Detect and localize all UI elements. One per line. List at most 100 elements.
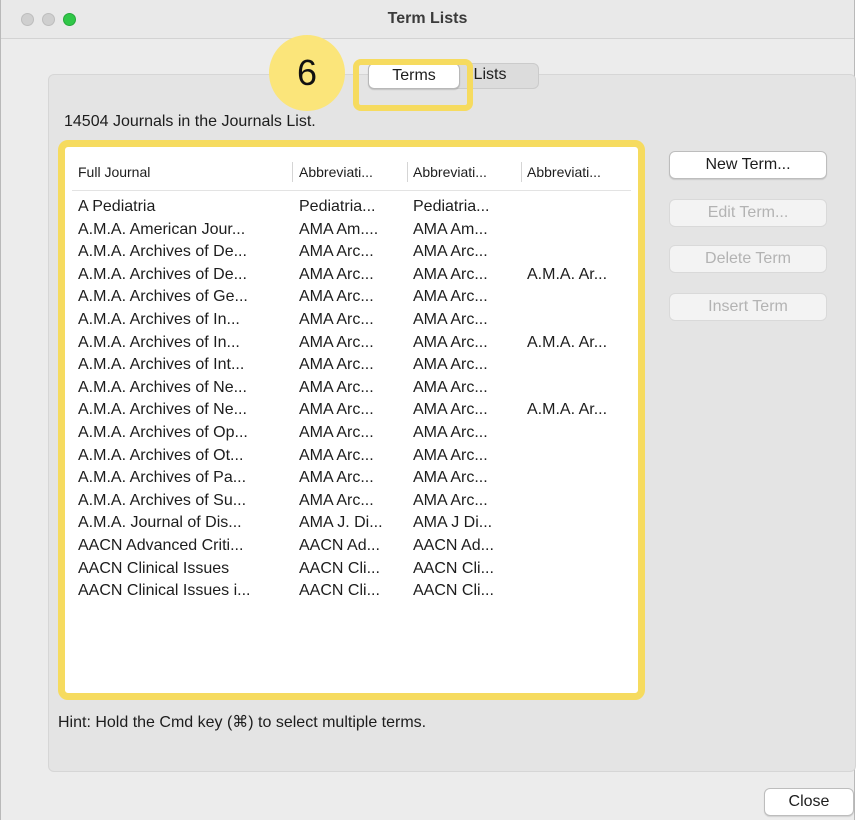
cell-abbreviation-2: AMA Arc... bbox=[413, 333, 488, 351]
delete-term-button[interactable]: Delete Term bbox=[669, 245, 827, 273]
cell-abbreviation-2: AMA J Di... bbox=[413, 514, 493, 532]
column-header-abbreviation-3[interactable]: Abbreviati... bbox=[527, 154, 627, 190]
tab-highlight-frame bbox=[353, 59, 473, 111]
cell-full-journal: A.M.A. Archives of Ge... bbox=[78, 288, 248, 306]
cell-abbreviation-3 bbox=[527, 422, 631, 444]
column-header-full-journal[interactable]: Full Journal bbox=[78, 154, 288, 190]
cell-abbreviation-2: AMA Arc... bbox=[413, 446, 488, 464]
table-row[interactable]: A.M.A. Archives of Int... AMA Arc... AMA A… bbox=[72, 354, 631, 377]
cell-abbreviation-3: A.M.A. Ar... bbox=[527, 401, 608, 419]
cell-abbreviation-1: AACN Ad... bbox=[299, 536, 380, 554]
table-row[interactable]: A.M.A. Archives of Su... AMA Arc... AMA Ar… bbox=[72, 490, 631, 513]
cell-abbreviation-3 bbox=[527, 354, 631, 376]
cell-abbreviation-1: AACN Cli... bbox=[299, 559, 380, 577]
cell-abbreviation-3 bbox=[527, 196, 631, 218]
cell-abbreviation-1: AMA Arc... bbox=[299, 378, 374, 396]
cell-abbreviation-1: AACN Cli... bbox=[299, 582, 380, 600]
table-row[interactable]: A.M.A. Archives of Ge... AMA Arc... AMA Ar… bbox=[72, 286, 631, 309]
table-row[interactable]: A Pediatria Pediatria... Pediatria... bbox=[72, 196, 631, 219]
cell-abbreviation-2: AMA Arc... bbox=[413, 288, 488, 306]
column-header-abbreviation-2[interactable]: Abbreviati... bbox=[413, 154, 513, 190]
cell-full-journal: A.M.A. Archives of Pa... bbox=[78, 469, 247, 487]
edit-term-button[interactable]: Edit Term... bbox=[669, 199, 827, 227]
column-divider[interactable] bbox=[521, 162, 522, 182]
cell-abbreviation-2: AMA Arc... bbox=[413, 310, 488, 328]
cell-full-journal: A.M.A. Archives of Int... bbox=[78, 356, 245, 374]
cell-abbreviation-3 bbox=[527, 558, 631, 580]
table-row[interactable]: A.M.A. Archives of In... AMA Arc... AMA Ar… bbox=[72, 309, 631, 332]
cell-abbreviation-2: AMA Arc... bbox=[413, 378, 488, 396]
cell-abbreviation-1: AMA Am.... bbox=[299, 220, 379, 238]
cell-abbreviation-3: A.M.A. Ar... bbox=[527, 265, 608, 283]
table-row[interactable]: AACN Clinical Issues i... AACN Cli... AACN… bbox=[72, 580, 631, 603]
insert-term-button[interactable]: Insert Term bbox=[669, 293, 827, 321]
cell-abbreviation-2: AMA Arc... bbox=[413, 243, 488, 261]
cell-abbreviation-3 bbox=[527, 309, 631, 331]
cell-full-journal: AACN Clinical Issues i... bbox=[78, 582, 251, 600]
cell-abbreviation-3 bbox=[527, 467, 631, 489]
column-header-abbreviation-1[interactable]: Abbreviati... bbox=[299, 154, 399, 190]
cell-abbreviation-2: AACN Cli... bbox=[413, 582, 494, 600]
table-row[interactable]: A.M.A. Journal of Dis... AMA J. Di... AMA … bbox=[72, 512, 631, 535]
cell-full-journal: A.M.A. Archives of In... bbox=[78, 310, 240, 328]
cell-abbreviation-2: AMA Arc... bbox=[413, 356, 488, 374]
table-row[interactable]: A.M.A. Archives of Ot... AMA Arc... AMA Ar… bbox=[72, 445, 631, 468]
cell-abbreviation-1: AMA Arc... bbox=[299, 333, 374, 351]
cell-abbreviation-3: A.M.A. Ar... bbox=[527, 333, 608, 351]
cell-abbreviation-1: AMA Arc... bbox=[299, 446, 374, 464]
table-highlight-frame: Full Journal Abbreviati... Abbreviati...… bbox=[58, 140, 645, 700]
table-row[interactable]: AACN Clinical Issues AACN Cli... AACN Cli.… bbox=[72, 558, 631, 581]
table-row[interactable]: A.M.A. Archives of De... AMA Arc... AMA Ar… bbox=[72, 241, 631, 264]
cell-full-journal: A.M.A. American Jour... bbox=[78, 220, 246, 238]
cell-abbreviation-2: AACN Ad... bbox=[413, 536, 494, 554]
cell-full-journal: AACN Advanced Criti... bbox=[78, 536, 244, 554]
cell-full-journal: AACN Clinical Issues bbox=[78, 559, 230, 577]
column-divider[interactable] bbox=[407, 162, 408, 182]
window-title: Term Lists bbox=[387, 10, 468, 27]
cell-abbreviation-1: AMA Arc... bbox=[299, 265, 374, 283]
cell-abbreviation-2: AMA Arc... bbox=[413, 265, 488, 283]
table-header: Full Journal Abbreviati... Abbreviati...… bbox=[72, 154, 631, 191]
cell-abbreviation-1: AMA Arc... bbox=[299, 423, 374, 441]
cell-abbreviation-2: AACN Cli... bbox=[413, 559, 494, 577]
table-body: A Pediatria Pediatria... Pediatria... A.M.… bbox=[72, 196, 631, 603]
cell-abbreviation-1: AMA Arc... bbox=[299, 469, 374, 487]
table-row[interactable]: A.M.A. Archives of Ne... AMA Arc... AMA Ar… bbox=[72, 377, 631, 400]
cell-abbreviation-1: AMA Arc... bbox=[299, 491, 374, 509]
cell-abbreviation-2: AMA Am... bbox=[413, 220, 488, 238]
table-row[interactable]: A.M.A. Archives of In... AMA Arc... AMA Ar… bbox=[72, 332, 631, 355]
table-row[interactable]: A.M.A. Archives of Op... AMA Arc... AMA Ar… bbox=[72, 422, 631, 445]
table-row[interactable]: A.M.A. Archives of Ne... AMA Arc... AMA Ar… bbox=[72, 399, 631, 422]
cell-full-journal: A.M.A. Archives of In... bbox=[78, 333, 240, 351]
journal-count-label: 14504 Journals in the Journals List. bbox=[64, 113, 316, 130]
cell-full-journal: A.M.A. Archives of De... bbox=[78, 265, 247, 283]
cell-full-journal: A.M.A. Archives of De... bbox=[78, 243, 247, 261]
table-row[interactable]: A.M.A. Archives of De... AMA Arc... AMA Ar… bbox=[72, 264, 631, 287]
cell-abbreviation-3 bbox=[527, 535, 631, 557]
step-badge: 6 bbox=[269, 35, 345, 111]
hint-text: Hint: Hold the Cmd key (⌘) to select mul… bbox=[58, 714, 427, 731]
column-divider[interactable] bbox=[292, 162, 293, 182]
journal-table[interactable]: Full Journal Abbreviati... Abbreviati...… bbox=[72, 154, 631, 686]
cell-abbreviation-3 bbox=[527, 445, 631, 467]
cell-full-journal: A.M.A. Archives of Ne... bbox=[78, 401, 247, 419]
cell-full-journal: A Pediatria bbox=[78, 198, 156, 215]
cell-abbreviation-3 bbox=[527, 490, 631, 512]
cell-abbreviation-1: AMA J. Di... bbox=[299, 514, 383, 532]
cell-abbreviation-1: AMA Arc... bbox=[299, 356, 374, 374]
new-term-button[interactable]: New Term... bbox=[669, 151, 827, 179]
cell-abbreviation-2: AMA Arc... bbox=[413, 423, 488, 441]
cell-full-journal: A.M.A. Journal of Dis... bbox=[78, 514, 242, 532]
table-row[interactable]: A.M.A. Archives of Pa... AMA Arc... AMA Ar… bbox=[72, 467, 631, 490]
cell-full-journal: A.M.A. Archives of Ot... bbox=[78, 446, 244, 464]
cell-abbreviation-3 bbox=[527, 580, 631, 602]
term-lists-window: Term Lists Terms Lists 6 14504 Journals … bbox=[0, 0, 856, 820]
cell-abbreviation-2: AMA Arc... bbox=[413, 491, 488, 509]
cell-abbreviation-2: AMA Arc... bbox=[413, 401, 488, 419]
table-row[interactable]: A.M.A. American Jour... AMA Am.... AMA Am.… bbox=[72, 219, 631, 242]
table-row[interactable]: AACN Advanced Criti... AACN Ad... AACN Ad.… bbox=[72, 535, 631, 558]
cell-abbreviation-2: Pediatria... bbox=[413, 198, 490, 215]
cell-abbreviation-1: Pediatria... bbox=[299, 198, 376, 215]
close-button[interactable]: Close bbox=[764, 788, 854, 816]
cell-abbreviation-3 bbox=[527, 241, 631, 263]
